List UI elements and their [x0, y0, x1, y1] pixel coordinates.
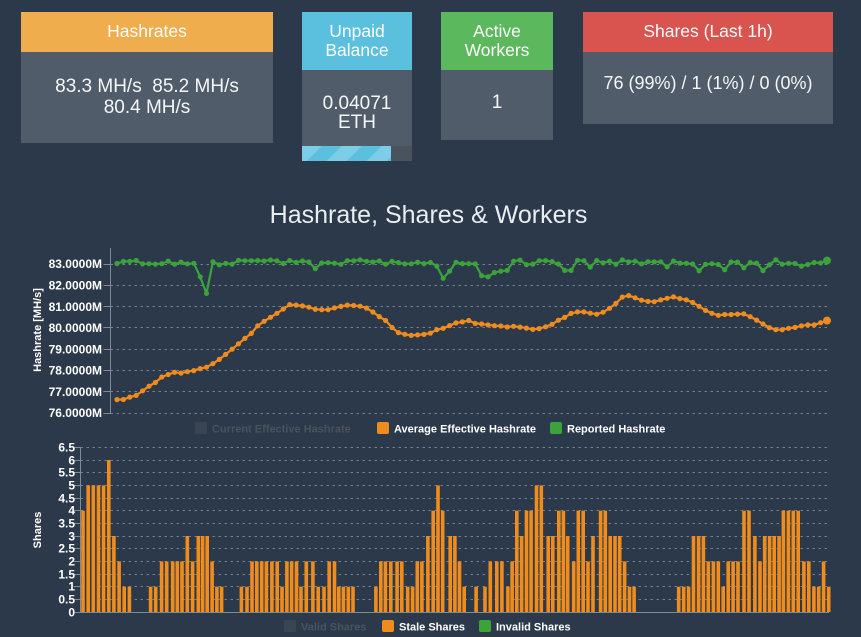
svg-text:0: 0 — [68, 606, 75, 620]
svg-text:5: 5 — [68, 479, 75, 493]
svg-text:6.5: 6.5 — [58, 441, 75, 455]
svg-text:4: 4 — [68, 504, 75, 518]
svg-text:Reported Hashrate: Reported Hashrate — [567, 424, 665, 436]
svg-text:80.0000M: 80.0000M — [49, 321, 102, 335]
svg-text:83.0000M: 83.0000M — [49, 257, 102, 271]
svg-text:3.5: 3.5 — [58, 517, 75, 531]
svg-text:1.5: 1.5 — [58, 568, 75, 582]
svg-text:3: 3 — [68, 530, 75, 544]
svg-text:76.0000M: 76.0000M — [49, 406, 102, 420]
svg-text:81.0000M: 81.0000M — [49, 300, 102, 314]
svg-text:78.0000M: 78.0000M — [49, 364, 102, 378]
svg-text:2: 2 — [68, 555, 75, 569]
svg-text:Valid Shares: Valid Shares — [301, 622, 366, 634]
svg-text:Current Effective Hashrate: Current Effective Hashrate — [212, 424, 351, 436]
svg-text:79.0000M: 79.0000M — [49, 342, 102, 356]
svg-text:Stale Shares: Stale Shares — [399, 622, 465, 634]
svg-text:Invalid Shares: Invalid Shares — [496, 622, 571, 634]
svg-text:77.0000M: 77.0000M — [49, 385, 102, 399]
svg-text:Average Effective Hashrate: Average Effective Hashrate — [394, 424, 536, 436]
svg-text:4.5: 4.5 — [58, 492, 75, 506]
svg-text:1: 1 — [68, 580, 75, 594]
svg-text:Shares: Shares — [32, 512, 44, 549]
svg-text:6: 6 — [68, 454, 75, 468]
svg-text:0.5: 0.5 — [58, 593, 75, 607]
svg-text:2.5: 2.5 — [58, 542, 75, 556]
svg-text:5.5: 5.5 — [58, 466, 75, 480]
svg-text:Hashrate [MH/s]: Hashrate [MH/s] — [32, 288, 44, 372]
svg-text:82.0000M: 82.0000M — [49, 279, 102, 293]
